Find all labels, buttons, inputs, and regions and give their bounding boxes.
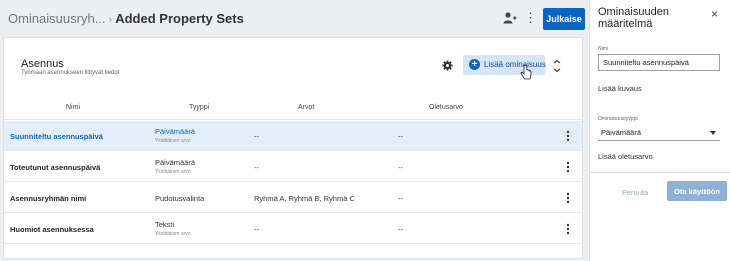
cancel-button[interactable]: Peruuta (617, 183, 653, 201)
row-default: -- (398, 163, 403, 172)
apply-button[interactable]: Ota käyttöön (667, 181, 727, 201)
add-description-link[interactable]: Lisää kuvaus (598, 84, 642, 93)
name-field[interactable] (598, 54, 720, 71)
row-values: -- (254, 225, 259, 234)
add-property-button[interactable]: + Lisää ominaisuus (463, 55, 546, 75)
row-name: Suunniteltu asennuspäivä (10, 132, 103, 141)
row-type-detail: Yksittäinen arvo (155, 169, 191, 175)
row-default: -- (398, 194, 403, 203)
breadcrumb-parent-link[interactable]: Ominaisuusryh... (8, 11, 106, 26)
section-title: Asennus (21, 58, 64, 70)
add-property-label: Lisää ominaisuus (484, 60, 546, 69)
chevron-down-icon (710, 131, 716, 135)
gear-icon[interactable] (442, 60, 453, 71)
row-values: Ryhmä A, Ryhmä B, Ryhmä C (254, 194, 355, 203)
row-type: Päivämäärä (155, 127, 196, 136)
type-select-value: Päivämäärä (601, 128, 642, 137)
row-values: -- (254, 132, 259, 141)
publish-button[interactable]: Julkaise (543, 8, 585, 30)
row-menu-icon[interactable] (565, 191, 571, 205)
type-select[interactable]: Päivämäärä (598, 124, 720, 141)
plus-circle-icon: + (469, 59, 480, 70)
page-title: Added Property Sets (115, 11, 244, 26)
row-type: Päivämäärä (155, 158, 196, 167)
collapse-icon[interactable] (552, 59, 562, 73)
close-icon[interactable]: × (711, 7, 718, 21)
breadcrumb: Ominaisuusryh... › Added Property Sets (8, 11, 244, 26)
row-values: -- (254, 163, 259, 172)
column-header-values[interactable]: Arvot (298, 104, 314, 111)
name-field-label: Nimi (598, 46, 608, 52)
row-type-detail: Yksittäinen arvo (155, 138, 191, 144)
table-row[interactable]: Toteutunut asennuspäivä Päivämäärä Yksit… (4, 152, 582, 182)
hand-cursor-icon (520, 65, 532, 80)
row-default: -- (398, 225, 403, 234)
row-type-detail: Yksittäinen arvo (155, 231, 191, 237)
row-default: -- (398, 132, 403, 141)
row-type: Teksti (155, 220, 175, 229)
section-subtitle: Työmaan asennukseen liittyvät tiedot (21, 70, 120, 76)
more-options-icon[interactable]: ⋮ (524, 10, 537, 26)
panel-title: Ominaisuuden määritelmä (598, 6, 669, 30)
row-name: Asennusryhmän nimi (10, 194, 87, 203)
table-row[interactable]: Asennusryhmän nimi Pudotusvalinta Ryhmä … (4, 183, 582, 213)
row-menu-icon[interactable] (565, 129, 571, 143)
property-set-card: Asennus Työmaan asennukseen liittyvät ti… (3, 37, 583, 259)
column-header-type[interactable]: Tyyppi (189, 104, 209, 111)
breadcrumb-separator: › (108, 14, 113, 26)
row-name: Toteutunut asennuspäivä (10, 163, 101, 172)
column-header-name[interactable]: Nimi (66, 104, 80, 111)
row-menu-icon[interactable] (565, 160, 571, 174)
divider (590, 172, 730, 173)
top-bar: Ominaisuusryh... › Added Property Sets ⋮ J… (0, 0, 589, 37)
column-header-default[interactable]: Oletusarvo (429, 104, 463, 111)
table-header: Nimi Tyyppi Arvot Oletusarvo (4, 94, 582, 120)
table-row[interactable]: Suunniteltu asennuspäivä Päivämäärä Yksi… (4, 121, 582, 151)
table-row[interactable]: Huomiot asennuksessa Teksti Yksittäinen … (4, 214, 582, 244)
property-definition-panel: Ominaisuuden määritelmä × Nimi Lisää kuv… (589, 0, 730, 261)
type-field-label: Ominaisuustyyppi (598, 116, 638, 122)
row-type: Pudotusvalinta (155, 194, 205, 203)
person-assign-icon[interactable] (503, 12, 517, 24)
row-name: Huomiot asennuksessa (10, 225, 94, 234)
add-default-link[interactable]: Lisää oletusarvo (598, 152, 653, 161)
row-menu-icon[interactable] (565, 222, 571, 236)
